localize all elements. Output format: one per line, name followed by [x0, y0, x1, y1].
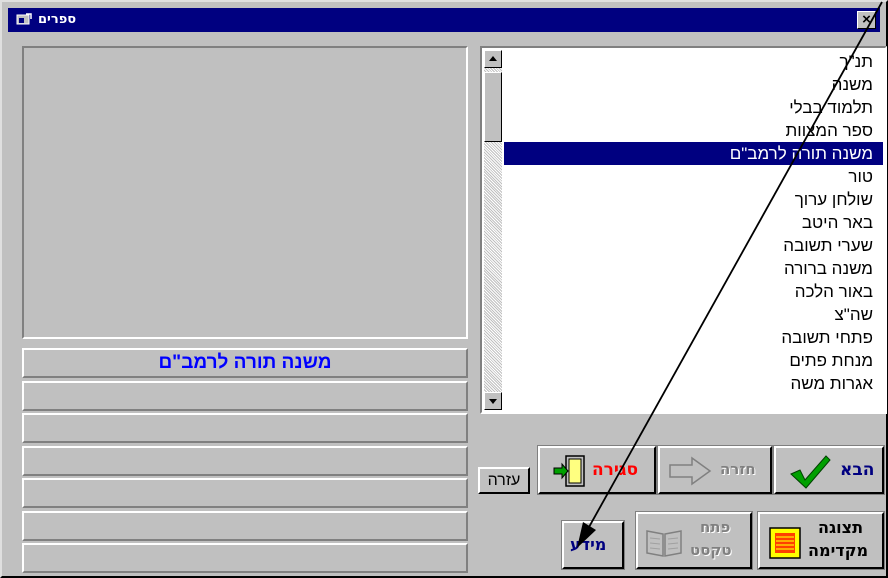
- window-icon: [16, 13, 32, 25]
- list-item[interactable]: משנה: [504, 73, 883, 96]
- open-book-icon: [646, 530, 682, 557]
- close-window-button[interactable]: ×: [857, 11, 876, 29]
- scroll-thumb[interactable]: [484, 72, 502, 142]
- exit-door-icon: [553, 455, 585, 487]
- list-item[interactable]: טור: [504, 165, 883, 188]
- list-item[interactable]: פתחי תשובה: [504, 326, 883, 349]
- list-item[interactable]: משנה ברורה: [504, 257, 883, 280]
- print-preview-button[interactable]: תצוגה מקדימה: [757, 511, 885, 570]
- list-item[interactable]: מנחת פתים: [504, 349, 883, 372]
- open-text-button[interactable]: פתח טקסט: [635, 511, 753, 570]
- list-item[interactable]: שערי תשובה: [504, 234, 883, 257]
- list-item[interactable]: שה"צ: [504, 303, 883, 326]
- next-button[interactable]: הבא: [773, 445, 885, 495]
- close-button[interactable]: סגירה: [537, 445, 657, 495]
- book-list: תנ"ך משנה תלמוד בבלי ספר המצוות משנה תורה לר…: [504, 50, 883, 410]
- next-button-label: הבא: [840, 460, 875, 480]
- list-item[interactable]: אגרות משה: [504, 372, 883, 395]
- list-item[interactable]: שולחן ערוך: [504, 188, 883, 211]
- preview-line1: תצוגה: [818, 518, 864, 537]
- title-bar: ספרים ×: [8, 8, 880, 32]
- list-item[interactable]: ספר המצוות: [504, 119, 883, 142]
- list-item[interactable]: תלמוד בבלי: [504, 96, 883, 119]
- arrow-down-icon: [489, 399, 497, 404]
- info-row: [22, 445, 468, 476]
- open-text-line1: פתח: [700, 518, 731, 536]
- back-button-label: חזרה: [720, 460, 756, 478]
- preview-pane: [22, 46, 468, 339]
- info-row: [22, 380, 468, 411]
- document-preview-icon: [769, 527, 801, 559]
- help-button-label: עזרה: [487, 472, 521, 489]
- books-listbox[interactable]: תנ"ך משנה תלמוד בבלי ספר המצוות משנה תורה לר…: [480, 46, 887, 414]
- close-button-label: סגירה: [592, 460, 639, 480]
- checkmark-icon: [790, 455, 831, 489]
- info-row: [22, 543, 468, 573]
- info-button[interactable]: מידע: [561, 520, 625, 570]
- books-window: ספרים × משנה תורה לרמב"ם תנ"ך משנה תלמוד ב…: [0, 0, 888, 578]
- vertical-scrollbar[interactable]: [484, 50, 502, 410]
- info-row: [22, 478, 468, 508]
- arrow-up-icon: [489, 56, 497, 61]
- close-icon: ×: [862, 11, 871, 28]
- list-item[interactable]: באור הלכה: [504, 280, 883, 303]
- open-text-line2: טקסט: [690, 541, 732, 559]
- list-item[interactable]: משנה תורה לרמב"ם: [504, 142, 883, 165]
- info-row-title: משנה תורה לרמב"ם: [22, 348, 468, 378]
- list-item[interactable]: תנ"ך: [504, 50, 883, 73]
- scroll-up-button[interactable]: [484, 50, 502, 68]
- preview-line2: מקדימה: [808, 541, 869, 560]
- scroll-down-button[interactable]: [484, 392, 502, 410]
- info-button-label: מידע: [570, 535, 607, 554]
- info-panel: משנה תורה לרמב"ם: [22, 348, 468, 576]
- window-title: ספרים: [38, 12, 77, 27]
- help-button[interactable]: עזרה: [478, 467, 530, 494]
- list-item[interactable]: באר היטב: [504, 211, 883, 234]
- info-row: [22, 510, 468, 541]
- back-button[interactable]: חזרה: [657, 445, 773, 495]
- info-row: [22, 413, 468, 443]
- arrow-right-icon: [669, 456, 712, 486]
